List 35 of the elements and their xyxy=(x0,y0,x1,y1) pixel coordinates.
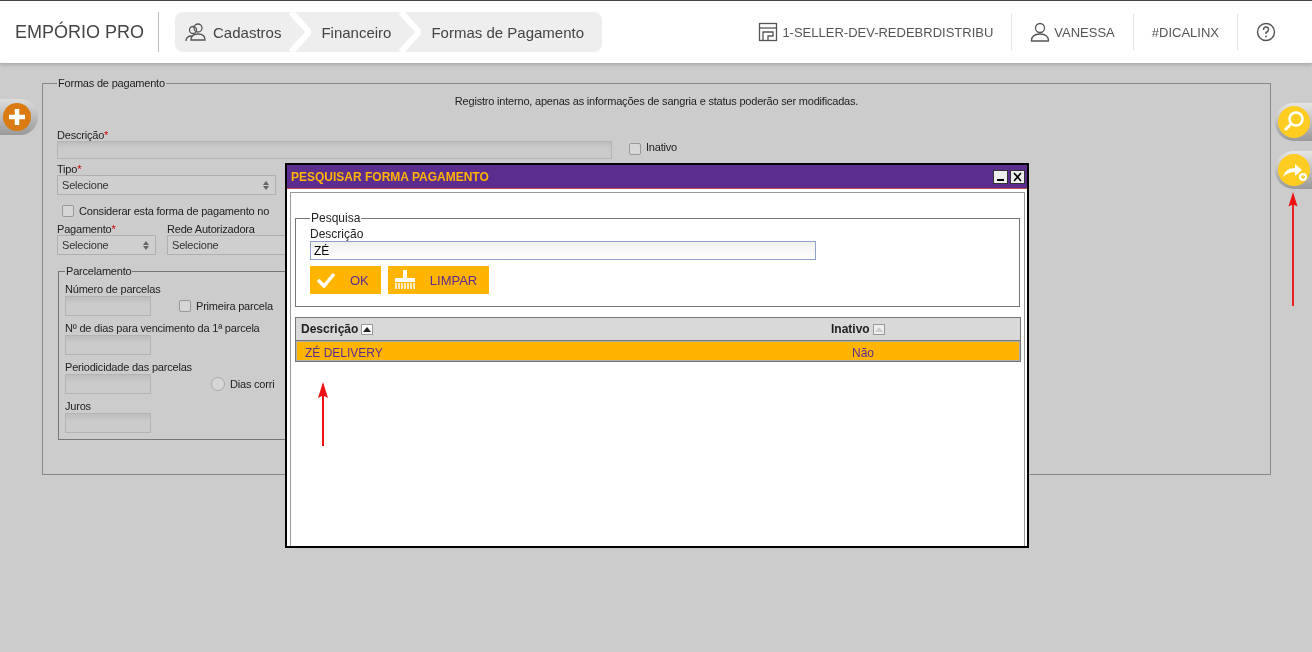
breadcrumb-item[interactable]: Formas de Pagamento xyxy=(421,23,602,41)
table-cell-text: ZÉ DELIVERY xyxy=(304,344,384,362)
field-label: Nº de dias para vencimento da 1ª parcela xyxy=(65,322,260,334)
search-field[interactable]: ZÉ xyxy=(310,241,816,260)
breadcrumb-item[interactable]: Cadastros xyxy=(175,22,290,42)
column-header[interactable]: Descrição xyxy=(296,318,826,340)
user-menu[interactable]: VANESSA xyxy=(1030,22,1115,42)
payment-dropdown[interactable]: Selecione xyxy=(57,235,156,255)
radio-label: Dias corri xyxy=(230,377,275,390)
app-title: EMPÓRIO PRO xyxy=(15,21,144,43)
breadcrumb-item[interactable]: Financeiro xyxy=(311,23,400,41)
field-label: Rede Autorizadora xyxy=(167,223,256,235)
hashtag-link[interactable]: #DICALINX xyxy=(1151,24,1219,40)
checkbox-label: Inativo xyxy=(646,141,677,153)
table-cell-text: Não xyxy=(851,344,875,362)
field-label: Pagamento* xyxy=(57,223,117,235)
dialog-title: PESQUISAR FORMA PAGAMENTO xyxy=(291,169,489,184)
panel-legend: Parcelamento xyxy=(65,265,133,277)
table-row[interactable]: ZÉ DELIVERY Não xyxy=(296,341,1020,361)
field-label: Descrição* xyxy=(57,129,109,141)
type-dropdown[interactable]: Selecione xyxy=(57,175,276,195)
field-label: Juros xyxy=(65,400,91,412)
field-label: Número de parcelas xyxy=(65,283,161,295)
panel-legend: Formas de pagamento xyxy=(57,77,166,89)
ok-button[interactable]: OK xyxy=(310,266,381,294)
notice-text: Registro interno, apenas as informações de sangria e status poderão ser modificadas. xyxy=(453,95,860,107)
checkbox-label: Considerar esta forma de pagamento no xyxy=(79,205,270,217)
field-label: Tipo* xyxy=(57,163,82,175)
checkbox-label: Primeira parcela xyxy=(196,299,273,312)
column-header[interactable]: Inativo xyxy=(826,318,1020,340)
clear-button[interactable]: LIMPAR xyxy=(387,266,490,294)
field-label: Descrição xyxy=(310,227,365,241)
store-selector[interactable]: 1-SELLER-DEV-REDEBRDISTRIBU xyxy=(758,22,994,42)
field-label: Periodicidade das parcelas xyxy=(65,361,192,373)
panel-legend: Pesquisa xyxy=(310,211,362,225)
